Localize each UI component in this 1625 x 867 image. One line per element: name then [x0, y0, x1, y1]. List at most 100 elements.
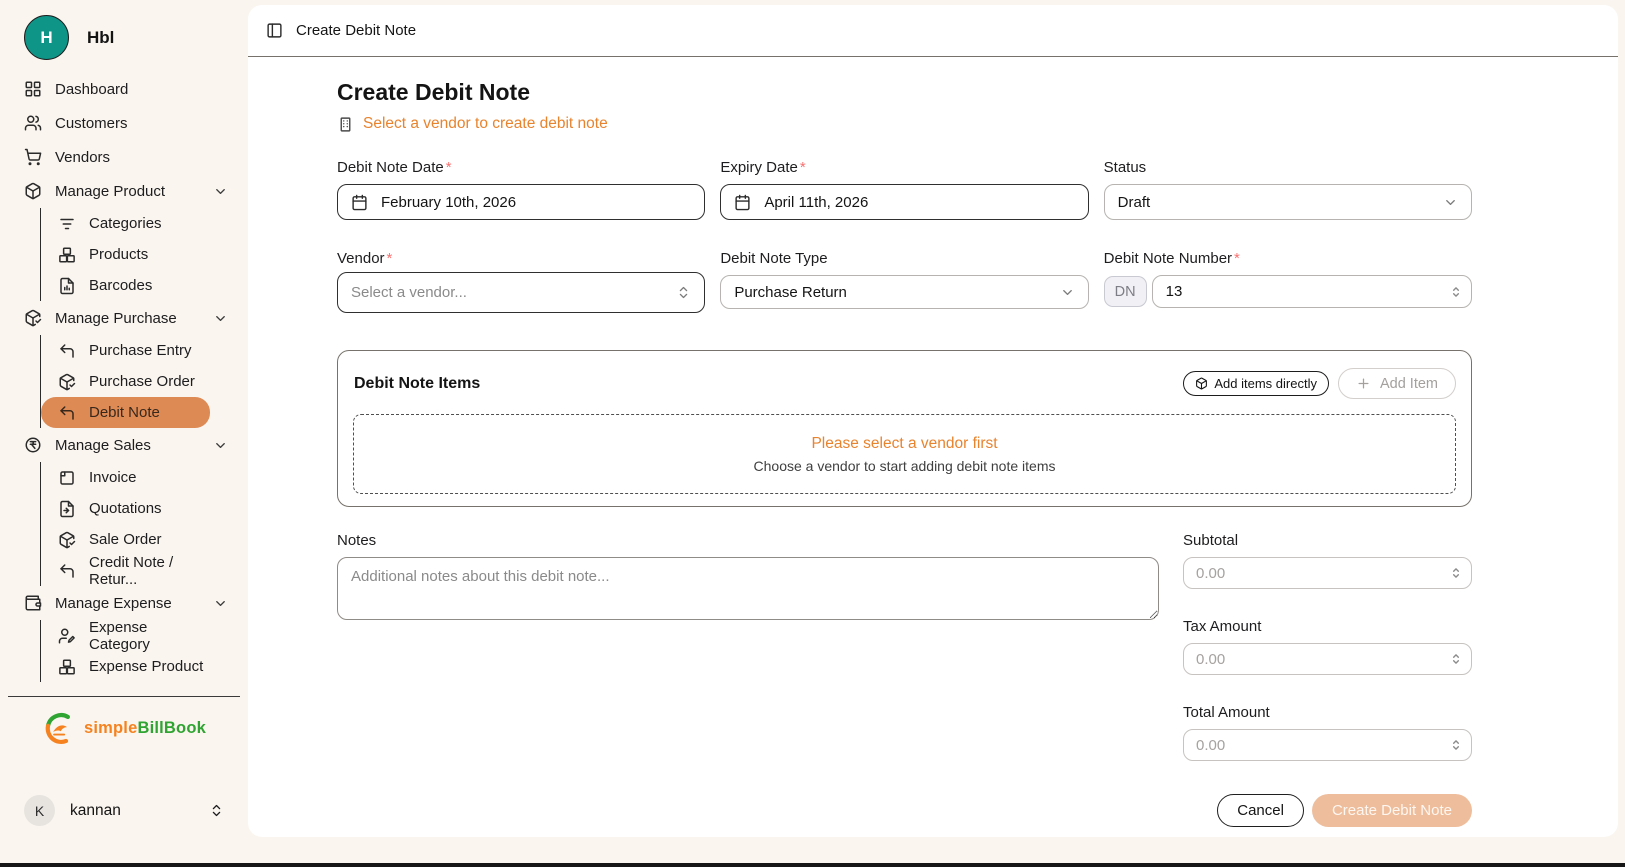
tax-amount-inputbox [1183, 643, 1472, 675]
chevron-down-icon [213, 438, 228, 453]
sidebar-item-label: Expense Category [89, 619, 204, 653]
filter-lines-icon [58, 215, 76, 233]
vendor-select[interactable]: Select a vendor... [337, 272, 705, 313]
tax-amount-label: Tax Amount [1183, 618, 1472, 635]
debit-note-type-value: Purchase Return [734, 284, 847, 301]
sidebar-item-categories[interactable]: Categories [41, 208, 210, 239]
debit-note-number-input[interactable] [1166, 283, 1449, 300]
sidebar-item-purchase-order[interactable]: Purchase Order [41, 366, 210, 397]
dashboard-grid-icon [24, 80, 42, 98]
boxes-icon [58, 246, 76, 264]
sidebar-item-label: Manage Product [55, 183, 165, 200]
sidebar-item-debit-note[interactable]: Debit Note [41, 397, 210, 428]
corner-up-left-icon [58, 562, 76, 580]
sidebar-item-credit-note[interactable]: Credit Note / Retur... [41, 555, 210, 586]
manage-product-subgroup: Categories Products Barcodes [40, 208, 210, 301]
vendor-label: Vendor* [337, 250, 705, 267]
user-avatar: K [24, 795, 55, 826]
items-empty-subtitle: Choose a vendor to start adding debit no… [754, 458, 1056, 474]
chevron-down-icon [1443, 195, 1458, 210]
sidebar-item-manage-expense[interactable]: Manage Expense [24, 586, 234, 620]
debit-note-date-field: Debit Note Date* February 10th, 2026 [337, 159, 705, 220]
sidebar-item-purchase-entry[interactable]: Purchase Entry [41, 335, 210, 366]
debit-note-type-field: Debit Note Type Purchase Return [720, 250, 1088, 313]
calendar-icon [734, 194, 751, 211]
sidebar-item-vendors[interactable]: Vendors [24, 140, 234, 174]
expiry-date-input[interactable]: April 11th, 2026 [720, 184, 1088, 220]
file-input-icon [58, 500, 76, 518]
notes-totals-section: Notes Subtotal Tax Amount [337, 532, 1472, 790]
corner-up-left-icon [58, 404, 76, 422]
cancel-button[interactable]: Cancel [1217, 794, 1304, 827]
debit-note-number-prefix: DN [1104, 276, 1147, 307]
plus-icon [1356, 376, 1371, 391]
page-title: Create Debit Note [337, 77, 1472, 107]
subtotal-input[interactable] [1196, 565, 1449, 582]
sidebar-item-label: Credit Note / Retur... [89, 554, 204, 588]
notes-field: Notes [337, 532, 1159, 625]
sidebar-item-products[interactable]: Products [41, 239, 210, 270]
items-empty-title: Please select a vendor first [811, 435, 997, 453]
tax-amount-field: Tax Amount [1183, 618, 1472, 675]
total-amount-input[interactable] [1196, 737, 1449, 754]
items-header: Debit Note Items Add items directly Add … [353, 368, 1456, 399]
sidebar-item-label: Invoice [89, 469, 137, 486]
sidebar-item-manage-product[interactable]: Manage Product [24, 174, 234, 208]
expiry-date-field: Expiry Date* April 11th, 2026 [720, 159, 1088, 220]
number-stepper-icon[interactable] [1449, 285, 1463, 299]
sidebar-item-manage-purchase[interactable]: Manage Purchase [24, 301, 234, 335]
sidebar-item-label: Vendors [55, 149, 110, 166]
chevrons-up-down-icon [676, 285, 691, 300]
calendar-icon [351, 194, 368, 211]
shopping-cart-icon [24, 148, 42, 166]
items-title: Debit Note Items [354, 375, 480, 393]
brand-avatar: H [24, 15, 69, 60]
debit-note-number-row: DN [1104, 275, 1472, 308]
debit-note-date-input[interactable]: February 10th, 2026 [337, 184, 705, 220]
debit-note-date-label: Debit Note Date* [337, 159, 705, 176]
brand: H Hbl [0, 0, 248, 70]
sidebar-item-barcodes[interactable]: Barcodes [41, 270, 210, 301]
wallet-icon [24, 594, 42, 612]
sidebar-item-customers[interactable]: Customers [24, 106, 234, 140]
debit-note-number-label: Debit Note Number* [1104, 250, 1472, 267]
notes-textarea[interactable] [337, 557, 1159, 620]
user-menu[interactable]: K kannan [0, 795, 248, 863]
sidebar-item-dashboard[interactable]: Dashboard [24, 72, 234, 106]
manage-expense-subgroup: Expense Category Expense Product [40, 620, 210, 682]
sidebar-item-label: Purchase Entry [89, 342, 192, 359]
number-stepper-icon[interactable] [1449, 566, 1463, 580]
add-items-directly-button[interactable]: Add items directly [1183, 371, 1329, 396]
app-logo: simpleBillBook [0, 697, 248, 747]
package-check-icon [24, 309, 42, 327]
topbar-title: Create Debit Note [296, 22, 416, 39]
sidebar-item-invoice[interactable]: Invoice [41, 462, 210, 493]
package-icon [24, 182, 42, 200]
tax-amount-input[interactable] [1196, 651, 1449, 668]
create-debit-note-button[interactable]: Create Debit Note [1312, 794, 1472, 827]
sidebar-item-expense-category[interactable]: Expense Category [41, 620, 210, 651]
sidebar-item-label: Categories [89, 215, 162, 232]
chevron-down-icon [1060, 285, 1075, 300]
sidebar-nav: Dashboard Customers Vendors Manage Produ… [0, 70, 248, 682]
status-select[interactable]: Draft [1104, 184, 1472, 220]
number-stepper-icon[interactable] [1449, 738, 1463, 752]
number-stepper-icon[interactable] [1449, 652, 1463, 666]
vendor-placeholder: Select a vendor... [351, 284, 467, 301]
add-item-button[interactable]: Add Item [1338, 368, 1456, 399]
debit-note-type-select[interactable]: Purchase Return [720, 275, 1088, 309]
notebook-icon [58, 469, 76, 487]
main-content-card: Create Debit Note Create Debit Note Sele… [248, 5, 1618, 837]
notes-label: Notes [337, 532, 1159, 549]
sidebar-item-label: Purchase Order [89, 373, 195, 390]
sidebar-item-label: Expense Product [89, 658, 203, 675]
topbar: Create Debit Note [248, 5, 1618, 57]
sidebar-item-label: Dashboard [55, 81, 128, 98]
sidebar-item-sale-order[interactable]: Sale Order [41, 524, 210, 555]
corner-up-left-icon [58, 342, 76, 360]
simplebillbook-logo-text: simpleBillBook [84, 719, 206, 738]
panel-left-icon[interactable] [266, 22, 283, 39]
sidebar-item-quotations[interactable]: Quotations [41, 493, 210, 524]
sidebar-item-expense-product[interactable]: Expense Product [41, 651, 210, 682]
sidebar-item-manage-sales[interactable]: Manage Sales [24, 428, 234, 462]
